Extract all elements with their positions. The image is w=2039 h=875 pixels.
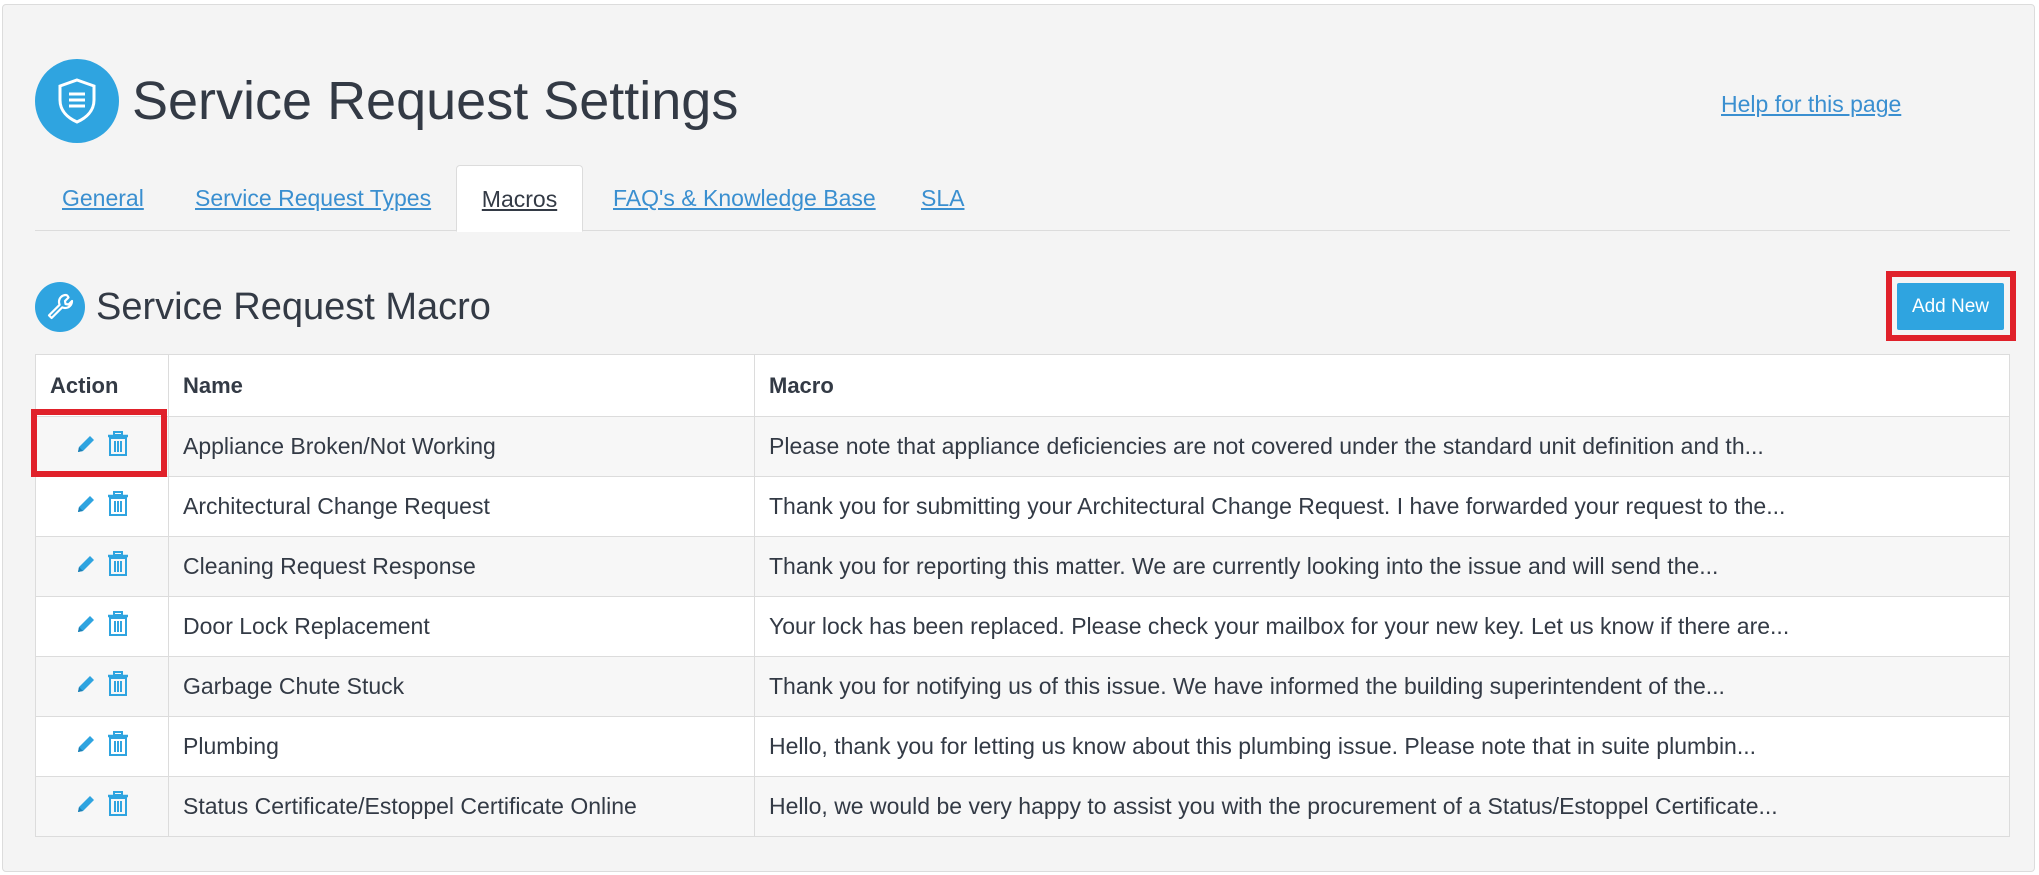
macro-name-cell: Status Certificate/Estoppel Certificate …: [168, 776, 755, 837]
pencil-icon[interactable]: [75, 673, 97, 701]
table-row: Cleaning Request Response Thank you for r…: [35, 536, 2010, 597]
macro-text-cell: Thank you for reporting this matter. We …: [754, 536, 2010, 597]
macro-text-cell: Hello, thank you for letting us know abo…: [754, 716, 2010, 777]
action-cell: [35, 776, 169, 837]
action-cell: [35, 596, 169, 657]
table-row: Plumbing Hello, thank you for letting us …: [35, 716, 2010, 777]
table-row: Status Certificate/Estoppel Certificate …: [35, 776, 2010, 837]
macro-name-cell: Cleaning Request Response: [168, 536, 755, 597]
column-header-macro[interactable]: Macro: [754, 354, 2010, 417]
pencil-icon[interactable]: [75, 553, 97, 581]
action-cell: [35, 536, 169, 597]
action-cell: [35, 656, 169, 717]
macro-name-cell: Plumbing: [168, 716, 755, 777]
row-actions-highlight: [31, 409, 167, 477]
page-header: Service Request Settings: [35, 59, 738, 143]
trash-icon[interactable]: [107, 550, 129, 583]
trash-icon[interactable]: [107, 490, 129, 523]
section-header: Service Request Macro: [35, 282, 491, 332]
action-cell: [35, 716, 169, 777]
macro-name-cell: Garbage Chute Stuck: [168, 656, 755, 717]
tab-service-request-types[interactable]: Service Request Types: [195, 165, 431, 231]
column-header-action: Action: [35, 354, 169, 417]
trash-icon[interactable]: [107, 670, 129, 703]
macro-text-cell: Hello, we would be very happy to assist …: [754, 776, 2010, 837]
pencil-icon[interactable]: [75, 493, 97, 521]
table-row: Appliance Broken/Not Working Please note …: [35, 416, 2010, 477]
shield-document-icon: [35, 59, 119, 143]
page-title: Service Request Settings: [132, 71, 739, 131]
help-link[interactable]: Help for this page: [1721, 91, 1901, 118]
trash-icon[interactable]: [107, 730, 129, 763]
table-row: Door Lock Replacement Your lock has been …: [35, 596, 2010, 657]
section-title: Service Request Macro: [96, 285, 491, 328]
tab-general[interactable]: General: [62, 165, 144, 231]
macro-text-cell: Your lock has been replaced. Please chec…: [754, 596, 2010, 657]
trash-icon[interactable]: [107, 790, 129, 823]
action-cell: [35, 476, 169, 537]
add-new-button[interactable]: Add New: [1897, 283, 2004, 330]
tab-macros[interactable]: Macros: [456, 165, 583, 232]
pencil-icon[interactable]: [75, 613, 97, 641]
settings-panel: Service Request Settings Help for this p…: [2, 4, 2035, 872]
tab-sla[interactable]: SLA: [921, 165, 964, 231]
macro-text-cell: Thank you for submitting your Architectu…: [754, 476, 2010, 537]
macro-name-cell: Architectural Change Request: [168, 476, 755, 537]
trash-icon[interactable]: [107, 610, 129, 643]
column-header-name[interactable]: Name: [168, 354, 755, 417]
settings-tabs: General Service Request Types Macros FAQ…: [35, 165, 2010, 232]
tab-faqs-knowledge-base[interactable]: FAQ's & Knowledge Base: [613, 165, 876, 231]
macro-name-cell: Appliance Broken/Not Working: [168, 416, 755, 477]
macros-table: Action Name Macro Appliance Broken/Not W…: [35, 354, 2010, 837]
wrench-icon: [35, 282, 85, 332]
macro-text-cell: Please note that appliance deficiencies …: [754, 416, 2010, 477]
table-header-row: Action Name Macro: [35, 354, 2010, 417]
table-row: Architectural Change Request Thank you fo…: [35, 476, 2010, 537]
pencil-icon[interactable]: [75, 733, 97, 761]
macro-name-cell: Door Lock Replacement: [168, 596, 755, 657]
macro-text-cell: Thank you for notifying us of this issue…: [754, 656, 2010, 717]
pencil-icon[interactable]: [75, 793, 97, 821]
table-row: Garbage Chute Stuck Thank you for notifyi…: [35, 656, 2010, 717]
